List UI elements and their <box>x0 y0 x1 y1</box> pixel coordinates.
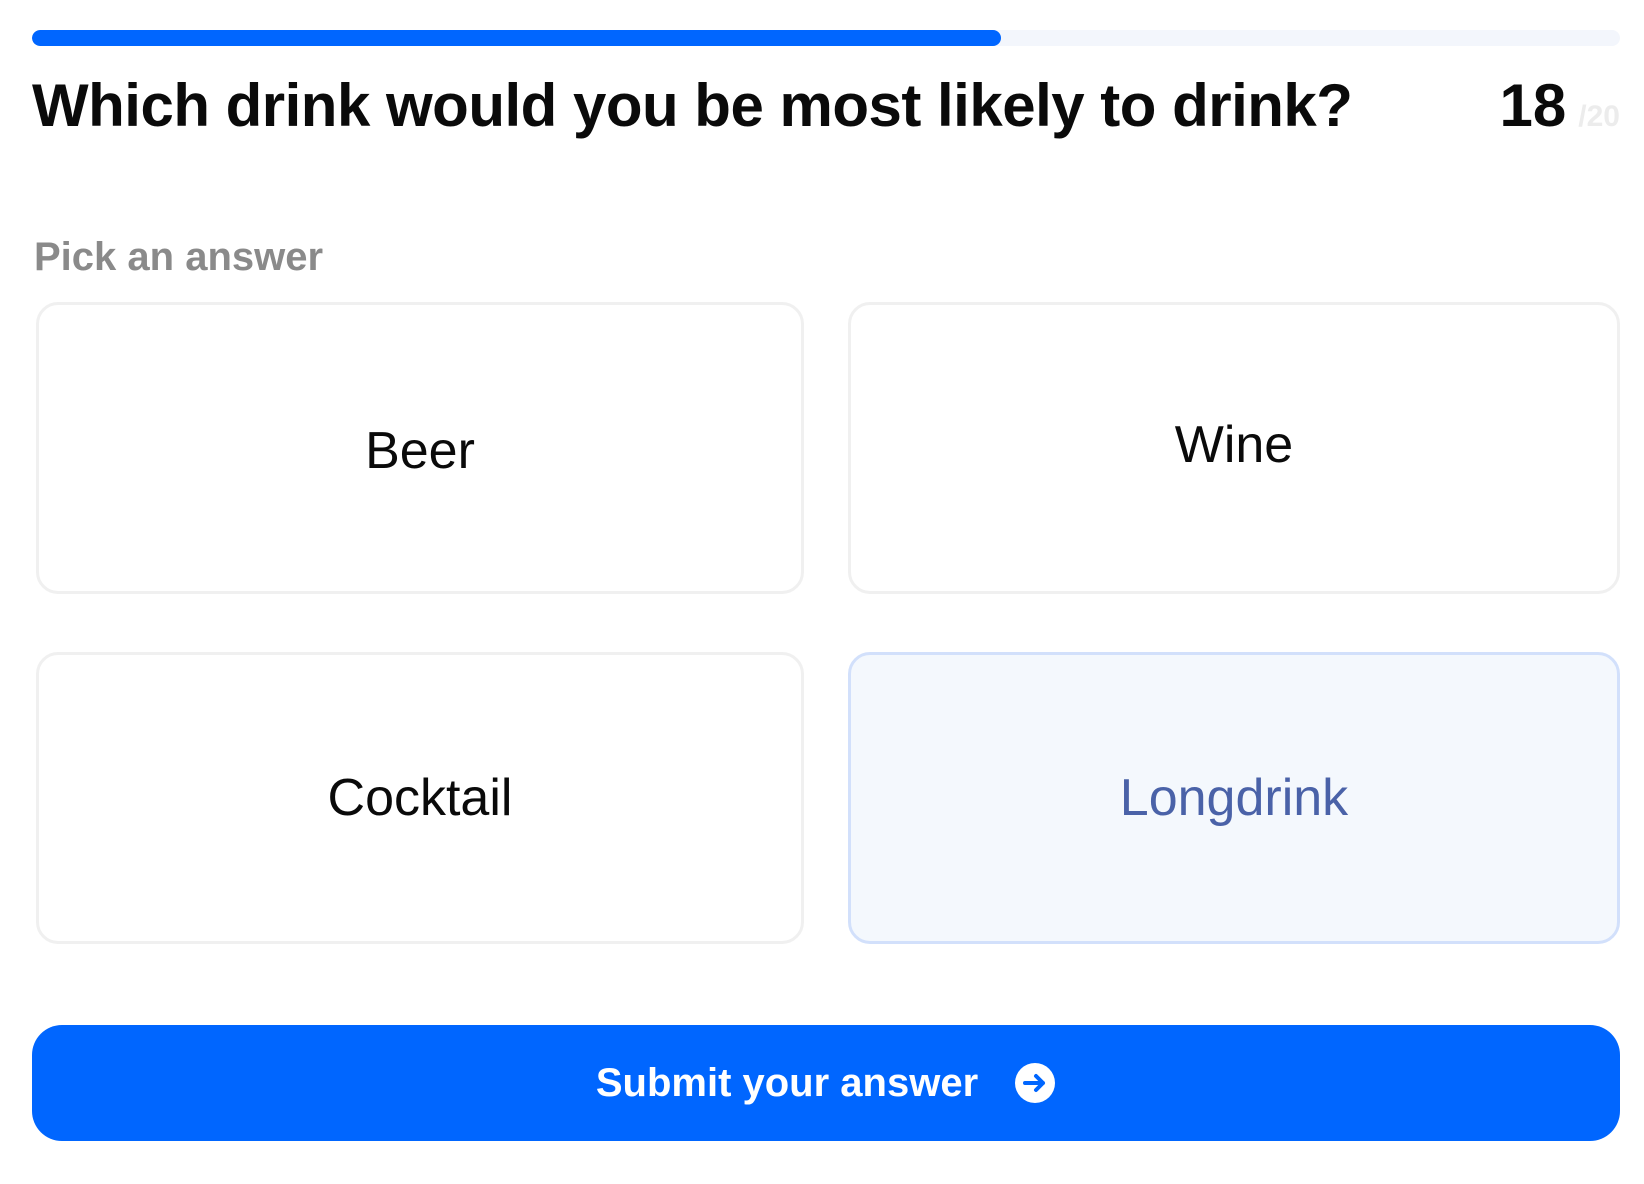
question-counter: 18 /20 <box>1500 66 1620 146</box>
question-title: Which drink would you be most likely to … <box>32 72 1353 139</box>
option-label: Longdrink <box>1119 769 1349 827</box>
option-label: Beer <box>365 422 475 480</box>
option-wine[interactable]: Wine <box>848 302 1620 594</box>
option-label: Cocktail <box>327 769 513 827</box>
submit-answer-button[interactable]: Submit your answer <box>32 1025 1620 1141</box>
arrow-right-circle-icon <box>1014 1062 1056 1104</box>
option-longdrink[interactable]: Longdrink <box>848 652 1620 944</box>
answer-options: Beer Wine Cocktail Longdrink <box>36 302 1620 944</box>
counter-total: /20 <box>1578 100 1620 133</box>
option-label: Wine <box>1174 416 1294 474</box>
progress-bar <box>32 30 1620 46</box>
progress-bar-fill <box>32 30 1001 46</box>
counter-current: 18 <box>1499 72 1567 139</box>
answer-prompt: Pick an answer <box>34 235 324 279</box>
option-cocktail[interactable]: Cocktail <box>36 652 804 944</box>
option-beer[interactable]: Beer <box>36 302 804 594</box>
submit-label: Submit your answer <box>595 1060 979 1105</box>
